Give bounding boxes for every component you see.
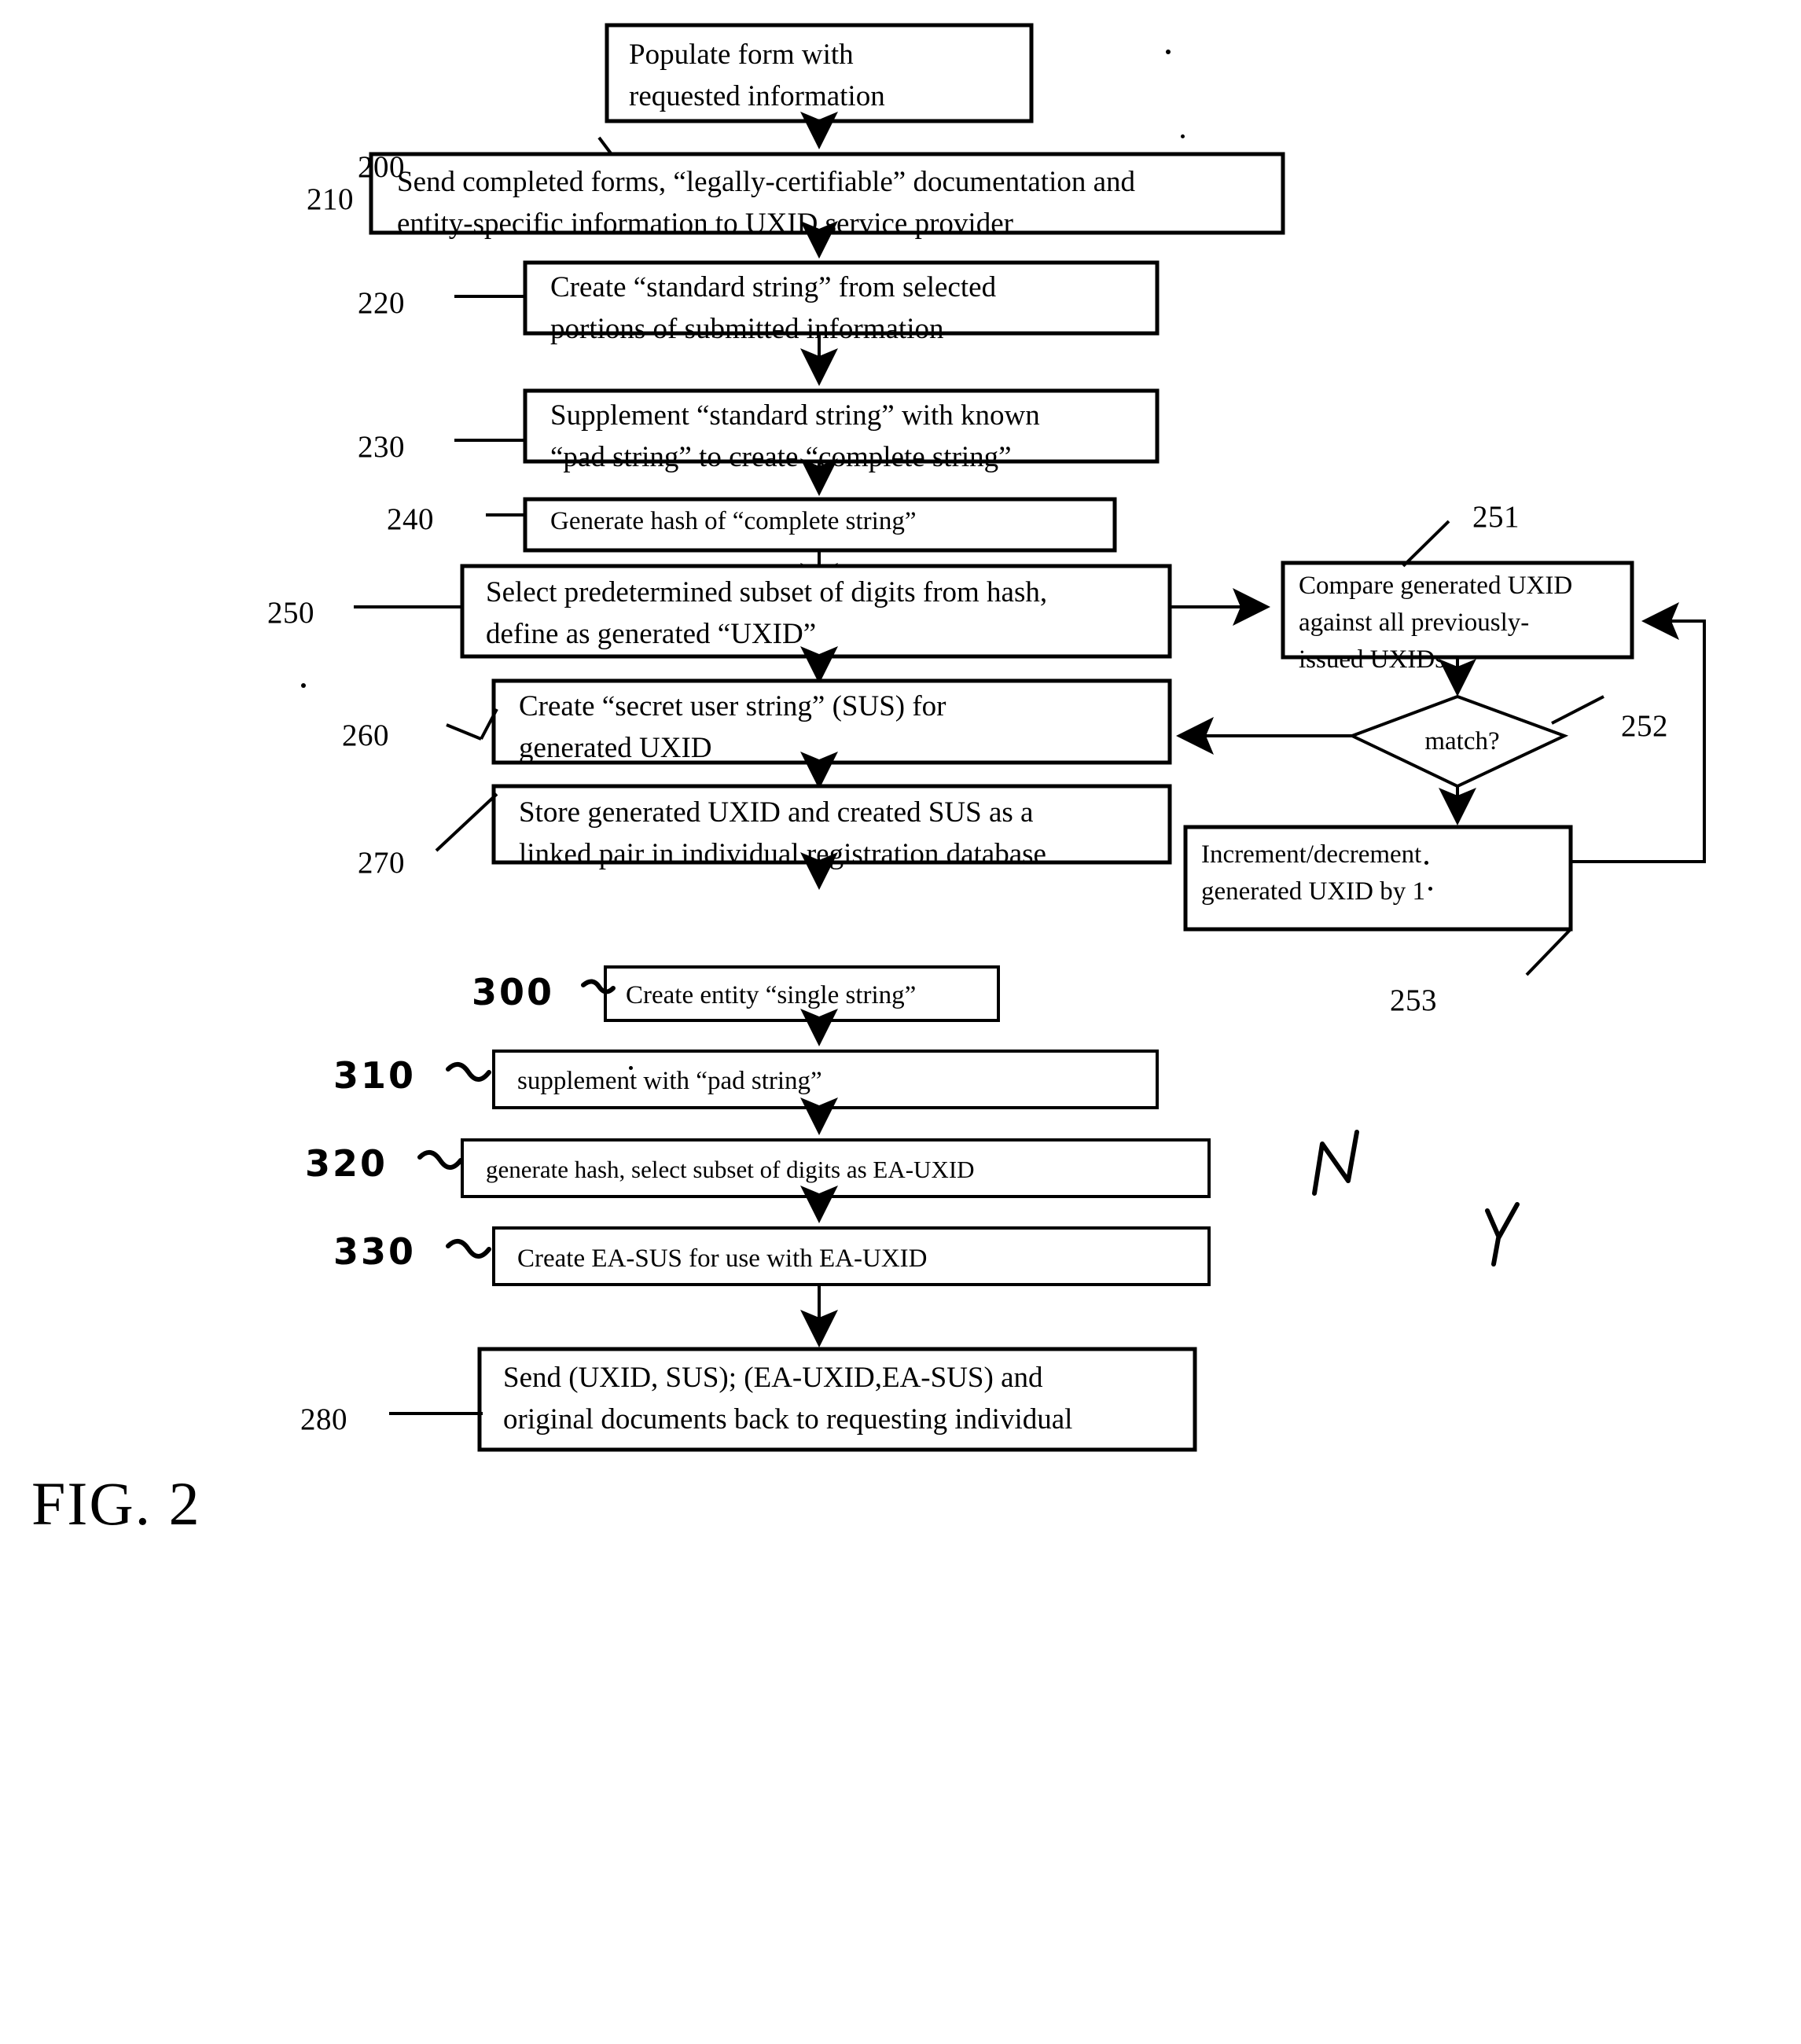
node-310-text: supplement with “pad string” <box>517 1067 822 1095</box>
node-310-ref: 310 <box>333 1054 417 1097</box>
node-280-ref: 280 <box>300 1402 347 1436</box>
node-251-leader <box>1402 520 1450 568</box>
node-210-text: Send completed forms, “legally-certifiab… <box>397 166 1136 240</box>
scan-speck <box>1424 861 1428 865</box>
node-230-ref: 230 <box>358 430 405 464</box>
node-252-text: match? <box>1424 727 1500 755</box>
node-240-ref: 240 <box>387 502 434 536</box>
scan-speck <box>1428 887 1432 891</box>
node-220-ref: 220 <box>358 286 405 320</box>
figure-label: FIG. 2 <box>31 1469 201 1538</box>
node-200-text: Populate form with requested information <box>629 39 885 112</box>
scan-speck <box>629 1066 633 1070</box>
scan-speck <box>301 683 306 688</box>
node-310-leader-squiggle <box>446 1062 491 1082</box>
node-250-text: Select predetermined subset of digits fr… <box>486 576 1048 650</box>
node-320-text: generate hash, select subset of digits a… <box>486 1156 975 1183</box>
node-260-text: Create “secret user string” (SUS) for ge… <box>519 690 946 764</box>
node-230-text: Supplement “standard string” with known … <box>550 399 1040 473</box>
node-280-text: Send (UXID, SUS); (EA-UXID,EA-SUS) and o… <box>503 1362 1073 1436</box>
node-300-text: Create entity “single string” <box>626 981 917 1009</box>
node-210-ref: 210 <box>307 182 354 216</box>
node-300-ref: 300 <box>472 971 555 1013</box>
node-260-ref: 260 <box>342 719 389 752</box>
node-320-leader-squiggle <box>417 1150 463 1170</box>
node-250-ref: 250 <box>267 596 314 630</box>
node-270-leader <box>435 792 498 852</box>
node-251-text: Compare generated UXID against all previ… <box>1299 572 1573 674</box>
node-270-ref: 270 <box>358 846 405 880</box>
scan-speck <box>1166 50 1171 54</box>
node-330-ref: 330 <box>333 1230 417 1273</box>
node-320-ref: 320 <box>305 1142 388 1185</box>
node-253-text: Increment/decrement generated UXID by 1 <box>1201 840 1425 906</box>
node-252-leader <box>1551 695 1604 725</box>
figure-canvas: FIG. 2 Populate form with requested info… <box>0 0 1801 2044</box>
node-252-ref: 252 <box>1621 709 1668 743</box>
node-240-text: Generate hash of “complete string” <box>550 507 917 535</box>
node-330-leader-squiggle <box>446 1239 491 1259</box>
node-260-leader <box>446 723 482 741</box>
node-270-text: Store generated UXID and created SUS as … <box>519 796 1046 870</box>
node-253-leader <box>1525 928 1572 976</box>
node-330-text: Create EA-SUS for use with EA-UXID <box>517 1244 928 1273</box>
scan-speck <box>1181 134 1185 138</box>
node-220-text: Create “standard string” from selected p… <box>550 271 997 345</box>
node-251-ref: 251 <box>1472 500 1520 534</box>
node-253-ref: 253 <box>1390 983 1437 1017</box>
